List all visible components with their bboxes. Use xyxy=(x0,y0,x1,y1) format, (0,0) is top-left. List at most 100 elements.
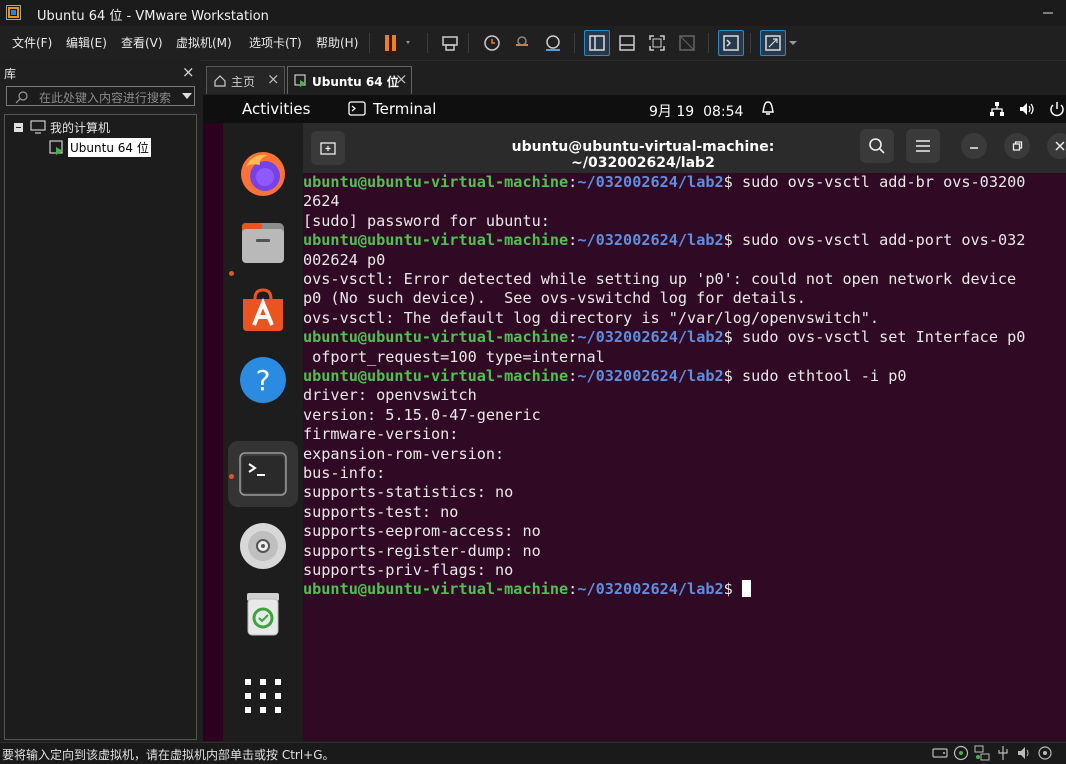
stretch-dropdown-button[interactable] xyxy=(786,30,800,56)
prompt-user: ubuntu@ubuntu-virtual-machine xyxy=(303,328,569,347)
files-icon xyxy=(242,223,284,263)
trash-launcher[interactable] xyxy=(238,589,288,639)
tab-ubuntu-close[interactable]: × xyxy=(395,70,408,88)
terminal-launcher[interactable] xyxy=(238,449,288,499)
unity-button[interactable] xyxy=(674,30,700,56)
library-view-icon xyxy=(589,35,605,51)
svg-text:?: ? xyxy=(256,364,271,397)
take-snapshot-button[interactable] xyxy=(479,30,505,56)
search-button[interactable] xyxy=(860,129,894,163)
tab-home-label: 主页 xyxy=(231,75,256,89)
vm-running-icon xyxy=(294,74,306,87)
terminal-output-line: supports-priv-flags: no xyxy=(303,561,514,579)
prompt-user: ubuntu@ubuntu-virtual-machine xyxy=(303,367,569,385)
unity-icon xyxy=(679,35,695,51)
activities-button[interactable]: Activities xyxy=(242,100,310,118)
prompt-path: ~/032002624/lab2 xyxy=(577,367,724,385)
chevron-down-icon[interactable] xyxy=(182,92,192,100)
menu-edit[interactable]: 编辑(E) xyxy=(66,34,107,51)
fullscreen-button[interactable] xyxy=(644,30,670,56)
hamburger-menu-button[interactable] xyxy=(906,129,940,163)
accessibility-icon[interactable] xyxy=(760,100,776,118)
terminal-output[interactable]: ubuntu@ubuntu-virtual-machine: ~/03200262… xyxy=(303,173,1066,741)
clock[interactable]: 9月 19 08:54 xyxy=(649,101,743,121)
cd-dvd-icon[interactable] xyxy=(953,745,969,761)
gnome-top-bar: Activities Terminal 9月 19 08:54 xyxy=(203,95,1066,123)
library-title: 库 xyxy=(4,67,17,81)
library-close-button[interactable]: × xyxy=(182,63,195,81)
show-apps-button[interactable] xyxy=(238,671,288,721)
terminal-output-line: 002624 p0 xyxy=(303,250,386,269)
send-ctrl-alt-del-button[interactable] xyxy=(437,30,463,56)
search-icon xyxy=(15,91,28,104)
status-message: 要将输入定向到该虚拟机，请在虚拟机内部单击或按 Ctrl+G。 xyxy=(2,748,335,762)
menu-vm[interactable]: 虚拟机(M) xyxy=(176,34,232,51)
terminal-output-line: bus-info: xyxy=(303,464,386,482)
terminal-headerbar: ubuntu@ubuntu-virtual-machine: ~/0320026… xyxy=(303,123,1066,173)
network-adapter-icon[interactable] xyxy=(974,745,990,761)
prompt-dollar: $ xyxy=(723,328,742,347)
prompt-colon: : xyxy=(568,173,578,191)
revert-snapshot-button[interactable] xyxy=(509,30,535,56)
power-icon[interactable] xyxy=(1048,100,1066,118)
files-launcher[interactable] xyxy=(238,217,288,267)
console-icon xyxy=(723,35,739,51)
tree-collapse-toggle[interactable] xyxy=(14,123,23,132)
home-icon xyxy=(214,75,226,87)
maximize-button[interactable] xyxy=(1004,133,1030,159)
fullscreen-icon xyxy=(649,35,665,51)
app-menu[interactable]: Terminal xyxy=(373,100,436,118)
toolbar-divider xyxy=(369,33,370,53)
sound-card-icon[interactable] xyxy=(1016,745,1032,761)
tab-home[interactable]: 主页 × xyxy=(206,66,285,94)
window-title: Ubuntu 64 位 - VMware Workstation xyxy=(37,9,269,24)
tab-ubuntu[interactable]: Ubuntu 64 位 × xyxy=(287,66,412,94)
command-text: sudo ethtool -i p0 xyxy=(741,367,907,385)
help-launcher[interactable]: ? xyxy=(238,355,288,405)
usb-icon[interactable] xyxy=(995,745,1011,761)
status-bar: 要将输入定向到该虚拟机，请在虚拟机内部单击或按 Ctrl+G。 xyxy=(0,742,1066,764)
minimize-button[interactable] xyxy=(961,133,987,159)
tree-item-ubuntu-vm[interactable]: Ubuntu 64 位 xyxy=(68,138,151,157)
menu-view[interactable]: 查看(V) xyxy=(121,34,163,51)
terminal-prompt-line: ubuntu@ubuntu-virtual-machine:~/03200262… xyxy=(303,328,1025,347)
vmware-icon xyxy=(6,5,21,20)
library-header: 库 × xyxy=(0,62,200,84)
maximize-icon xyxy=(1012,141,1023,151)
prompt-colon: : xyxy=(568,580,578,599)
hard-disk-icon[interactable] xyxy=(932,746,948,760)
software-launcher[interactable] xyxy=(238,285,288,335)
library-view-button[interactable] xyxy=(584,30,610,56)
console-view-button[interactable] xyxy=(718,30,744,56)
terminal-title: ubuntu@ubuntu-virtual-machine: ~/0320026… xyxy=(511,139,775,171)
menu-file[interactable]: 文件(F) xyxy=(12,34,52,51)
volume-icon[interactable] xyxy=(1018,100,1036,118)
new-tab-button[interactable] xyxy=(311,131,345,165)
network-icon[interactable] xyxy=(988,100,1006,118)
tree-item-my-computer[interactable]: 我的计算机 xyxy=(50,119,110,136)
stretch-guest-button[interactable] xyxy=(760,30,786,56)
thumbnail-view-button[interactable] xyxy=(614,30,640,56)
vm-running-icon xyxy=(49,140,63,155)
pause-icon xyxy=(385,35,410,51)
toolbar-divider xyxy=(708,33,709,53)
menu-tabs[interactable]: 选项卡(T) xyxy=(249,34,302,51)
manage-snapshots-button[interactable] xyxy=(540,30,566,56)
terminal-output-line: driver: openvswitch xyxy=(303,386,477,405)
minimize-window-button[interactable] xyxy=(1030,2,1066,24)
firefox-launcher[interactable] xyxy=(238,149,288,199)
close-button[interactable] xyxy=(1047,133,1066,159)
dvd-launcher[interactable] xyxy=(238,521,288,571)
prompt-dollar: $ xyxy=(723,173,742,191)
text-cursor xyxy=(741,580,751,598)
prompt-dollar: $ xyxy=(723,231,742,250)
firefox-icon xyxy=(241,152,285,196)
library-search-input[interactable]: 在此处键入内容进行搜索 xyxy=(6,86,195,106)
pause-button[interactable] xyxy=(378,30,416,56)
prompt-user: ubuntu@ubuntu-virtual-machine xyxy=(303,231,569,250)
vm-display[interactable]: Activities Terminal 9月 19 08:54 ? ubuntu… xyxy=(203,95,1066,741)
display-icon[interactable] xyxy=(1037,745,1053,761)
show-apps-icon xyxy=(245,679,281,713)
tab-home-close[interactable]: × xyxy=(267,70,280,88)
menu-help[interactable]: 帮助(H) xyxy=(316,34,358,51)
